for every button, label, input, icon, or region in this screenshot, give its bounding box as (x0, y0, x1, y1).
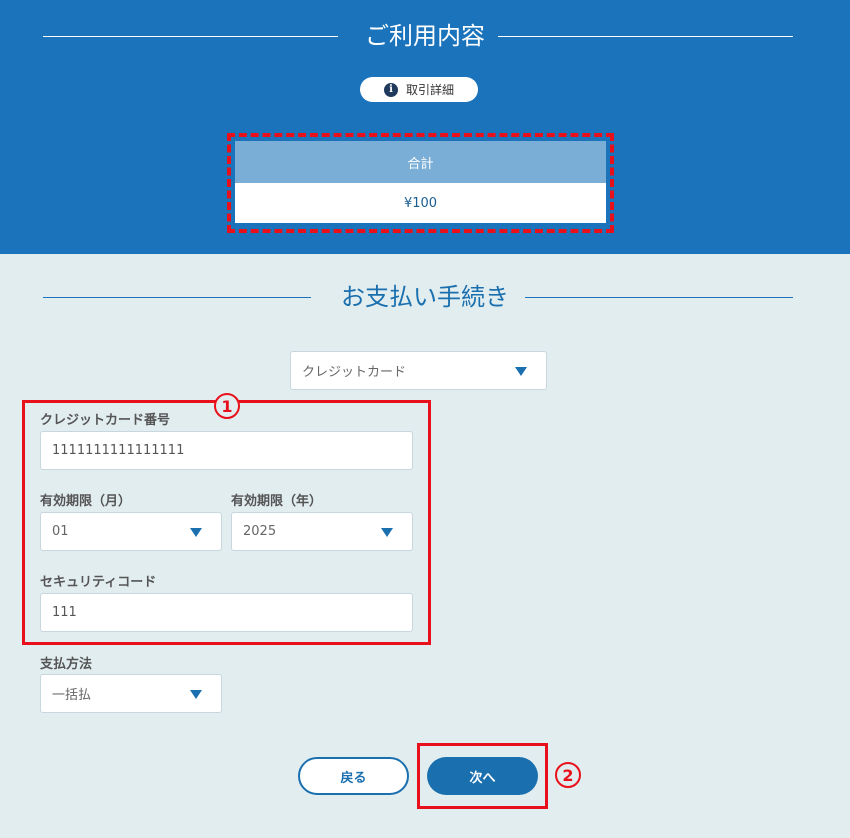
expiry-month-value: 01 (52, 524, 69, 539)
payment-method-value: クレジットカード (302, 365, 407, 380)
chevron-down-icon (515, 367, 527, 376)
marker-2: 2 (555, 762, 581, 788)
expiry-year-select[interactable]: 2025 (231, 512, 413, 551)
usage-title-row: ご利用内容 (0, 18, 850, 54)
transaction-detail-label: 取引詳細 (405, 83, 454, 97)
title-divider-right (525, 297, 793, 298)
title-divider-right (498, 36, 793, 37)
total-highlight-box: 合計 ¥100 (227, 133, 614, 233)
chevron-down-icon (190, 690, 202, 699)
security-code-value: 111 (52, 605, 77, 620)
total-header: 合計 (235, 141, 606, 183)
next-button[interactable]: 次へ (427, 757, 538, 795)
info-icon: i (383, 82, 398, 97)
card-number-input[interactable]: 1111111111111111 (40, 431, 413, 470)
chevron-down-icon (381, 528, 393, 537)
total-amount: ¥100 (235, 183, 606, 223)
card-number-label: クレジットカード番号 (40, 413, 171, 428)
marker-1: 1 (214, 393, 240, 419)
expiry-month-label: 有効期限（月） (40, 494, 132, 509)
security-code-label: セキュリティコード (40, 575, 157, 590)
pay-method-select[interactable]: 一括払 (40, 674, 222, 713)
transaction-detail-button[interactable]: i 取引詳細 (360, 77, 478, 102)
payment-title-row: お支払い手続き (0, 279, 850, 315)
pay-method-value: 一括払 (52, 688, 92, 703)
card-number-value: 1111111111111111 (52, 443, 185, 458)
expiry-month-select[interactable]: 01 (40, 512, 222, 551)
security-code-input[interactable]: 111 (40, 593, 413, 632)
back-button[interactable]: 戻る (298, 757, 409, 795)
expiry-year-value: 2025 (243, 524, 277, 539)
payment-method-select[interactable]: クレジットカード (290, 351, 547, 390)
pay-method-label: 支払方法 (40, 657, 93, 672)
chevron-down-icon (190, 528, 202, 537)
expiry-year-label: 有効期限（年） (231, 494, 323, 509)
